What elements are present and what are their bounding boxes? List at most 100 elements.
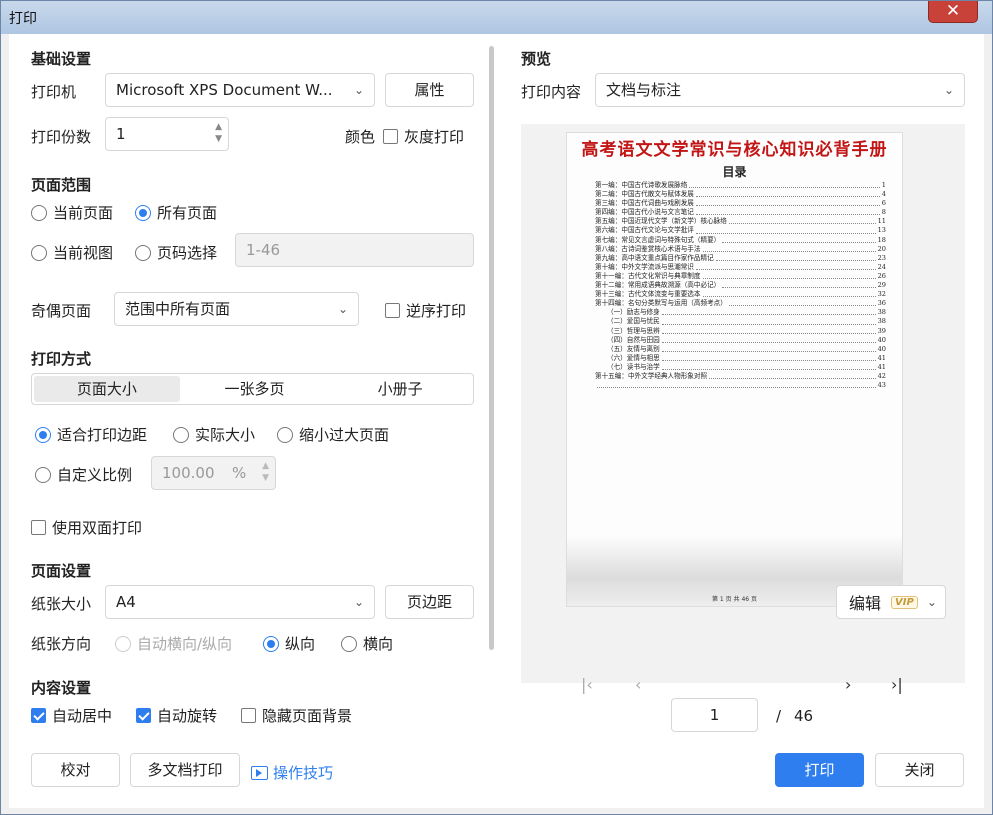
custom-scale-label: 自定义比例 [57,466,133,484]
checkbox-icon [385,303,400,318]
landscape-radio[interactable]: 横向 [341,633,393,654]
toc-leader [722,236,876,243]
preview-page: 高考语文文学常识与核心知识必背手册 目录 第一编：中国古代诗歌发展脉络 1 第二编：… [566,132,903,607]
prev-page-icon[interactable]: ‹ [635,675,641,694]
radio-icon [173,426,189,443]
edit-label: 编辑 [849,594,882,613]
odd-even-value: 范围中所有页面 [125,300,231,318]
toc-title: 第四编：中国古代小说与文言笔记 [595,208,694,217]
auto-rotate-checkbox[interactable]: 自动旋转 [136,705,217,726]
margin-button[interactable]: 页边距 [385,585,474,619]
toc-page: 38 [877,317,886,326]
edit-button[interactable]: 编辑 VIP ⌄ [836,585,946,619]
last-page-icon[interactable]: ›| [891,675,903,694]
tips-link[interactable]: 操作技巧 [251,762,333,783]
close-window-button[interactable]: ✕ [928,1,978,23]
print-content-label: 打印内容 [521,83,582,101]
radio-icon [35,426,51,443]
auto-center-checkbox[interactable]: 自动居中 [31,705,112,726]
duplex-checkbox[interactable]: 使用双面打印 [31,517,142,538]
tab-page-size[interactable]: 页面大小 [34,376,180,402]
settings-scrollbar[interactable] [489,46,494,650]
custom-scale-radio[interactable]: 自定义比例 [35,464,132,485]
proof-button[interactable]: 校对 [31,753,120,787]
portrait-radio[interactable]: 纵向 [263,633,315,654]
toc-leader [695,190,880,198]
tab-multi-page[interactable]: 一张多页 [182,374,328,404]
shrink-large-radio[interactable]: 缩小过大页面 [277,424,389,445]
toc-page: 18 [877,235,886,244]
odd-even-select[interactable]: 范围中所有页面 ⌄ [114,292,359,326]
fit-margin-radio[interactable]: 适合打印边距 [35,424,147,445]
vip-badge: VIP [891,595,918,609]
first-page-icon[interactable]: |‹ [581,675,593,694]
auto-orientation-label: 自动横向/纵向 [137,635,233,653]
radio-icon [31,244,47,261]
grayscale-label: 灰度打印 [404,128,465,146]
toc-leader [702,290,876,298]
toc-title: 第十五编：中外文学经典人物形象对照 [595,371,708,380]
tab-booklet[interactable]: 小册子 [327,374,473,404]
auto-center-label: 自动居中 [52,707,113,725]
toc-leader [661,327,876,334]
current-page-radio[interactable]: 当前页面 [31,202,113,223]
print-mode-tabs: 页面大小 一张多页 小册子 [31,373,474,405]
checkbox-icon [241,708,256,723]
all-pages-radio[interactable]: 所有页面 [135,202,217,223]
odd-even-label: 奇偶页面 [31,302,92,320]
color-label: 颜色 [345,128,376,146]
printer-select[interactable]: Microsoft XPS Document W... ⌄ [105,73,375,107]
toc-page: 11 [877,217,886,226]
page-select-radio[interactable]: 页码选择 [135,242,217,263]
scale-value: 100.00 [162,464,215,482]
toc-title: 第三编：中国古代词曲与戏剧发展 [595,199,694,208]
toc-leader [661,354,876,361]
radio-icon [277,426,293,443]
toc-title: 第二编：中国古代散文与赋体发展 [595,190,694,199]
checkbox-icon [31,708,46,723]
print-button[interactable]: 打印 [775,753,864,787]
toc-title: 第十三编：古代文体流变与重要选本 [595,290,701,299]
page-number-input[interactable]: 1 [671,698,758,732]
page-current: 1 [709,706,720,724]
multi-doc-print-button[interactable]: 多文档打印 [130,753,240,787]
page-range-input[interactable]: 1-46 [235,233,474,267]
current-view-radio[interactable]: 当前视图 [31,242,113,263]
landscape-label: 横向 [363,635,394,653]
scale-input[interactable]: 100.00 % ▲ ▼ [151,456,276,490]
portrait-label: 纵向 [285,635,316,653]
shrink-large-label: 缩小过大页面 [299,426,390,444]
toc-page: 8 [881,208,886,217]
close-button[interactable]: 关闭 [875,753,964,787]
content-settings-heading: 内容设置 [31,679,92,697]
toc-row: 第十五编：中外文学经典人物形象对照 42 [595,372,886,381]
reverse-print-label: 逆序打印 [406,302,467,320]
copies-stepper[interactable]: 1 ▲ ▼ [105,117,229,151]
radio-icon [263,635,279,652]
toc-page: 26 [877,271,886,280]
grayscale-checkbox[interactable]: 灰度打印 [383,126,464,147]
current-page-label: 当前页面 [53,204,114,222]
print-content-select[interactable]: 文档与标注 ⌄ [595,73,965,107]
all-pages-label: 所有页面 [157,204,218,222]
reverse-print-checkbox[interactable]: 逆序打印 [385,300,466,321]
toc-title: 第八编：古诗词鉴赏核心术语与手法 [595,244,701,253]
toc-leader [715,254,876,261]
actual-size-radio[interactable]: 实际大小 [173,424,255,445]
print-dialog: 打印 ✕ 基础设置 打印机 Microsoft XPS Document W..… [0,0,993,815]
chevron-down-icon: ⌄ [353,83,364,97]
toc-row: 第九编：高中语文重点篇目作家作品精记 23 [595,254,886,263]
printer-value: Microsoft XPS Document W... [116,81,333,99]
auto-orientation-radio[interactable]: 自动横向/纵向 [115,633,232,654]
toc-page: 38 [877,308,886,317]
paper-size-select[interactable]: A4 ⌄ [105,585,375,619]
toc-page: 42 [877,371,886,380]
toc-row: 第四编：中国古代小说与文言笔记 8 [595,208,886,217]
hide-background-checkbox[interactable]: 隐藏页面背景 [241,705,352,726]
toc-row: （四）自然与田园 40 [595,336,886,345]
toc-title: 第七编：常见文言虚词与特殊句式（精要） [595,235,721,244]
properties-button[interactable]: 属性 [385,73,474,107]
toc-page: 6 [881,199,886,208]
next-page-icon[interactable]: › [845,675,851,694]
toc-title: 第十四编：名句分类默写与运用（高频考点） [595,299,727,308]
